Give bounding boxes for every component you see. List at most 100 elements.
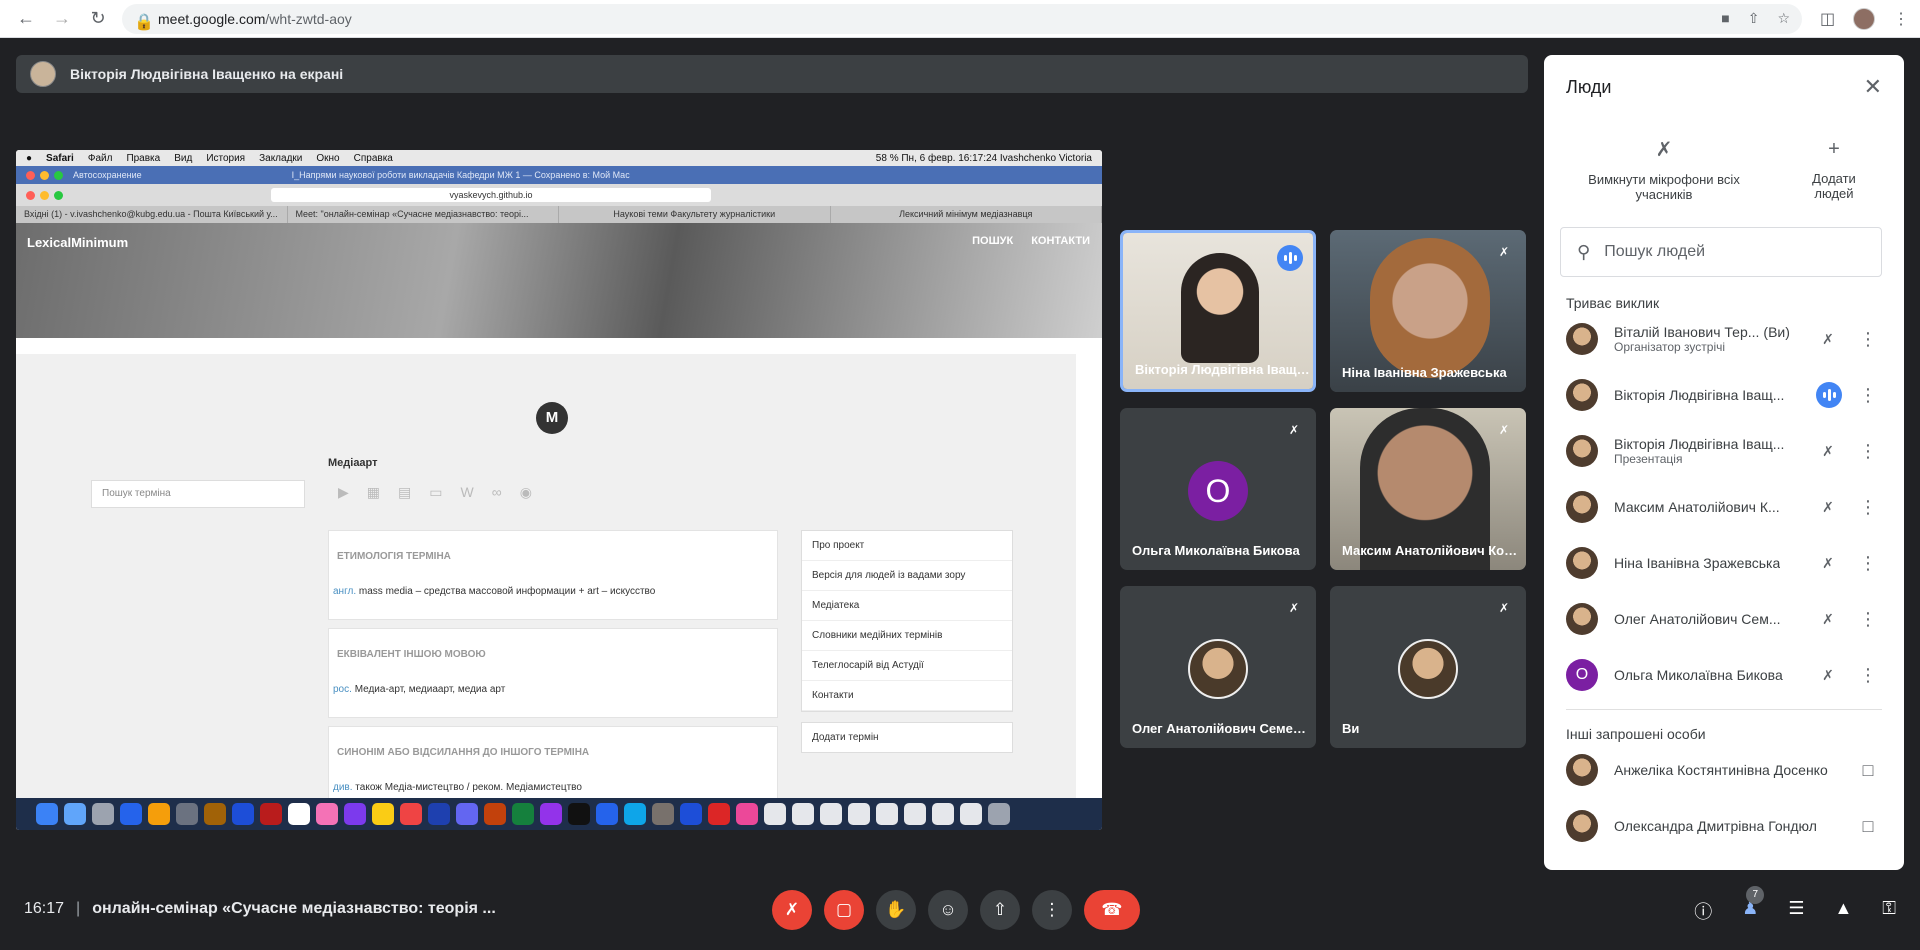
activities-icon[interactable]: ▲ (1834, 898, 1852, 924)
participant-tile[interactable]: Вікторія Людвігівна Іващенко (1120, 230, 1316, 392)
more-options-icon[interactable]: ⋮ (1854, 329, 1882, 350)
reactions-button[interactable]: ☺ (928, 890, 968, 930)
participant-row[interactable]: Максим Анатолійович К... ✗ ⋮ (1544, 479, 1904, 535)
mic-off-icon: ✗ (1822, 610, 1834, 627)
side-menu-item: Контакти (802, 681, 1012, 711)
people-search[interactable]: ⚲ Пошук людей (1560, 227, 1882, 277)
add-people-label: Додати людей (1812, 170, 1856, 201)
meeting-title[interactable]: онлайн-семінар «Сучасне медіазнавство: т… (92, 900, 496, 918)
reload-icon[interactable]: ↻ (82, 3, 114, 35)
leave-call-button[interactable]: ☎ (1084, 890, 1140, 930)
participant-tile[interactable]: ✗ Ніна Іванівна Зражевська (1330, 230, 1526, 392)
chat-icon[interactable]: □ (1854, 760, 1882, 781)
chat-icon[interactable]: □ (1854, 816, 1882, 837)
speaking-indicator (1816, 382, 1842, 408)
participant-avatar (1566, 810, 1598, 842)
autosave-label: Автосохранение (73, 170, 142, 180)
more-options-icon[interactable]: ⋮ (1854, 665, 1882, 686)
invited-row[interactable]: Анжеліка Костянтинівна Досенко □ (1544, 742, 1904, 798)
participant-name: Ніна Іванівна Зражевська (1342, 365, 1507, 380)
lock-icon: 🔒 (134, 13, 154, 31)
participant-name: Ольга Миколаївна Бикова (1614, 667, 1783, 683)
participant-row[interactable]: О Ольга Миколаївна Бикова ✗ ⋮ (1544, 647, 1904, 703)
host-controls-icon[interactable]: ⚿ (1882, 898, 1896, 924)
term-title: Медіаарт (328, 457, 378, 469)
close-icon[interactable]: ✕ (1864, 74, 1882, 100)
rss-icon: ∞ (491, 484, 502, 500)
address-bar[interactable]: 🔒 meet.google.com/wht-zwtd-aoy ■ ⇧ ☆ (122, 3, 1802, 34)
site-side-menu: Про проект Версія для людей із вадами зо… (801, 530, 1013, 712)
participant-row[interactable]: Вікторія Людвігівна Іващ... ⋮ (1544, 367, 1904, 423)
mic-off-icon: ✗ (1288, 423, 1300, 437)
share-icon[interactable]: ⇧ (1748, 10, 1760, 27)
invited-row[interactable]: Олександра Дмитрівна Гондюл □ (1544, 798, 1904, 854)
invitee-name: Олександра Дмитрівна Гондюл (1614, 818, 1817, 834)
participant-tile[interactable]: ✗ Максим Анатолійович Коваль (1330, 408, 1526, 570)
more-options-icon[interactable]: ⋮ (1854, 553, 1882, 574)
bottom-bar: 16:17 | онлайн-семінар «Сучасне медіазна… (0, 880, 1920, 940)
present-button[interactable]: ⇧ (980, 890, 1020, 930)
participant-name: Олег Анатолійович Семенюк (1132, 721, 1308, 736)
camera-icon[interactable]: ■ (1721, 10, 1729, 27)
presenter-label: Вікторія Людвігівна Іващенко на екрані (70, 66, 344, 82)
add-people-button[interactable]: + Додати людей (1784, 119, 1884, 219)
side-menu-item: Телеглосарій від Астудії (802, 651, 1012, 681)
window-controls (26, 170, 63, 180)
profile-avatar[interactable] (1853, 7, 1876, 30)
star-icon[interactable]: ☆ (1777, 10, 1790, 27)
people-button[interactable]: ♟ 7 (1742, 886, 1765, 924)
sidepanel-icon[interactable]: ◫ (1820, 9, 1835, 29)
apple-icon: ● (26, 152, 33, 164)
raise-hand-button[interactable]: ✋ (876, 890, 916, 930)
participant-role: Презентація (1614, 452, 1683, 466)
film-icon: ▦ (366, 484, 381, 500)
menu-file: Файл (87, 152, 113, 164)
monitor-icon: ▭ (429, 484, 443, 500)
divider (1566, 709, 1882, 710)
more-options-icon[interactable]: ⋮ (1854, 385, 1882, 406)
participant-row[interactable]: Ніна Іванівна Зражевська ✗ ⋮ (1544, 535, 1904, 591)
camera-toggle-button[interactable]: ▢ (824, 890, 864, 930)
term-card: ЕТИМОЛОГІЯ ТЕРМІНА англ. mass media – ср… (328, 530, 778, 620)
forward-icon[interactable]: → (46, 3, 78, 35)
safari-tab: Meet: "онлайн-семінар «Сучасне медіазнав… (288, 206, 559, 223)
more-options-icon[interactable]: ⋮ (1854, 497, 1882, 518)
mute-all-button[interactable]: ✗ Вимкнути мікрофони всіх учасників (1544, 119, 1784, 219)
info-icon[interactable]: ⓘ (1694, 898, 1712, 924)
mic-off-icon: ✗ (1288, 601, 1300, 615)
more-options-icon[interactable]: ⋮ (1854, 609, 1882, 630)
presenter-bar: Вікторія Людвігівна Іващенко на екрані (16, 55, 1528, 93)
more-options-button[interactable]: ⋮ (1032, 890, 1072, 930)
side-menu-item: Медіатека (802, 591, 1012, 621)
participant-tile[interactable]: О ✗ Ольга Миколаївна Бикова (1120, 408, 1316, 570)
participant-name: Олег Анатолійович Сем... (1614, 611, 1781, 627)
mic-off-icon: ✗ (1655, 138, 1673, 161)
chat-icon[interactable]: ☰ (1788, 898, 1804, 924)
participant-row[interactable]: Олег Анатолійович Сем... ✗ ⋮ (1544, 591, 1904, 647)
image-icon: ▤ (398, 484, 412, 500)
mac-menubar: ● Safari Файл Правка Вид История Закладк… (16, 150, 1102, 166)
mic-toggle-button[interactable]: ✗ (772, 890, 812, 930)
word-icon: W (460, 484, 474, 500)
separator: | (76, 900, 81, 917)
volume-off-icon: ✗ (1822, 442, 1834, 459)
participant-row[interactable]: Вікторія Людвігівна Іващ... Презентація … (1544, 423, 1904, 479)
safari-window-controls (26, 190, 63, 200)
search-placeholder: Пошук людей (1604, 243, 1706, 260)
participant-tile[interactable]: ✗ Олег Анатолійович Семенюк (1120, 586, 1316, 748)
menu-help: Справка (353, 152, 393, 164)
presenter-avatar (30, 61, 56, 87)
menu-icon[interactable]: ⋮ (1893, 9, 1909, 29)
back-icon[interactable]: ← (10, 3, 42, 35)
side-menu-item: Словники медійних термінів (802, 621, 1012, 651)
participant-tile[interactable]: ✗ Ви (1330, 586, 1526, 748)
participant-row[interactable]: Віталій Іванович Тер... (Ви) Організатор … (1544, 311, 1904, 367)
participant-avatar (1188, 639, 1248, 699)
card-text: Медиа-арт, медиаарт, медиа арт (354, 684, 506, 695)
mic-off-icon: ✗ (1822, 498, 1834, 515)
shared-screen: ● Safari Файл Правка Вид История Закладк… (16, 150, 1102, 830)
more-options-icon[interactable]: ⋮ (1854, 441, 1882, 462)
doc-title: І_Напрями наукової роботи викладачів Каф… (291, 170, 630, 180)
side-menu-item: Про проект (802, 531, 1012, 561)
invitee-name: Анжеліка Костянтинівна Досенко (1614, 762, 1828, 778)
